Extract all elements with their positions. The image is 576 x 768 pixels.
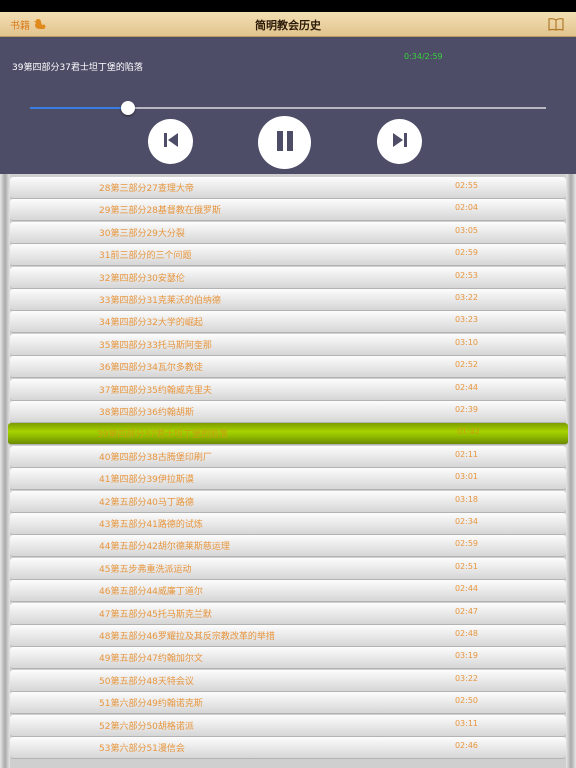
right-rail	[566, 174, 576, 768]
list-item[interactable]: 40第四部分38古腾堡印刷厂 02:11	[10, 445, 566, 468]
navigation-bar: 书籍 简明教会历史	[0, 12, 576, 37]
track-duration: 02:59	[454, 539, 478, 549]
track-title: 34第四部分32大学的崛起	[99, 318, 203, 329]
list-item[interactable]: 29第三部分28基督教在俄罗斯 02:04	[10, 199, 566, 222]
track-duration: 02:11	[454, 449, 478, 459]
track-duration: 03:10	[454, 337, 478, 347]
skip-next-icon	[390, 130, 410, 154]
next-track-button[interactable]	[377, 119, 422, 164]
track-title: 53第六部分51漫信会	[99, 744, 185, 754]
track-title: 50第五部分48天特会议	[99, 676, 194, 687]
list-item[interactable]: 32第四部分30安瑟伦 02:53	[10, 266, 566, 289]
track-duration: 03:22	[454, 293, 478, 302]
list-item[interactable]: 41第四部分39伊拉斯谟 03:01	[10, 468, 566, 491]
track-duration: 01:42	[456, 427, 480, 437]
list-item[interactable]: 44第五部分42胡尔德莱斯慈运理 02:59	[10, 535, 566, 558]
list-item[interactable]: 30第三部分29大分裂 03:05	[10, 221, 566, 244]
track-title: 37第四部分35约翰威克里夫	[99, 385, 212, 396]
progress-slider-knob[interactable]	[121, 101, 136, 115]
track-title: 28第三部分27查理大帝	[99, 184, 194, 194]
progress-track[interactable]	[30, 107, 546, 109]
book-icon	[548, 16, 564, 35]
page-title: 简明教会历史	[255, 19, 321, 32]
track-duration: 02:34	[454, 517, 478, 526]
track-title: 30第三部分29大分裂	[99, 228, 185, 239]
track-title: 29第三部分28基督教在俄罗斯	[99, 206, 221, 217]
track-title: 52第六部分50胡格诺派	[99, 721, 194, 732]
track-title: 48第五部分46罗耀拉及其反宗教改革的举措	[99, 632, 275, 642]
track-list[interactable]: 28第三部分27查理大帝 02:55 29第三部分28基督教在俄罗斯 02:04 30第…	[0, 174, 576, 768]
track-duration: 02:44	[454, 584, 478, 594]
list-item-active[interactable]: 39第四部分37君士坦丁堡的陷落 01:42	[8, 423, 568, 446]
track-duration: 03:19	[454, 651, 478, 661]
list-item[interactable]: 37第四部分35约翰威克里夫 02:44	[10, 378, 566, 401]
list-item[interactable]: 33第四部分31克莱沃的伯纳德 03:22	[10, 289, 566, 311]
track-title: 51第六部分49约翰诺克斯	[99, 699, 203, 710]
list-item[interactable]: 50第五部分48天特会议 03:22	[10, 669, 566, 692]
list-item[interactable]: 35第四部分33托马斯阿奎那 03:10	[10, 333, 566, 356]
status-bar	[0, 0, 576, 12]
list-item[interactable]: 47第五部分45托马斯克兰默 02:47	[10, 602, 566, 625]
track-duration: 02:39	[454, 405, 478, 414]
list-item[interactable]: 36第四部分34瓦尔多教徒 02:52	[10, 356, 566, 379]
track-duration: 02:50	[454, 696, 478, 706]
track-title: 46第五部分44威廉丁道尔	[99, 587, 203, 598]
track-title: 43第五部分41路德的试炼	[99, 520, 203, 530]
track-title: 44第五部分42胡尔德莱斯慈运理	[99, 542, 230, 553]
list-item[interactable]: 52第六部分50胡格诺派 03:11	[10, 714, 566, 737]
list-item[interactable]: 42第五部分40马丁路德 03:18	[10, 490, 566, 513]
track-title: 39第四部分37君士坦丁堡的陷落	[97, 430, 228, 441]
list-item[interactable]: 48第五部分46罗耀拉及其反宗教改革的举措 02:48	[10, 625, 566, 647]
track-title: 45第五步弗重洗派运动	[99, 564, 192, 575]
list-item[interactable]: 34第四部分32大学的崛起 03:23	[10, 311, 566, 334]
track-title: 33第四部分31克莱沃的伯纳德	[99, 296, 221, 306]
track-title: 41第四部分39伊拉斯谟	[99, 475, 194, 486]
track-duration: 02:48	[454, 629, 478, 638]
track-duration: 03:05	[454, 225, 478, 235]
previous-track-button[interactable]	[148, 119, 193, 164]
track-title: 47第五部分45托马斯克兰默	[99, 609, 212, 620]
track-duration: 02:47	[454, 606, 478, 616]
track-duration: 02:55	[454, 181, 478, 190]
track-title: 38第四部分36约翰胡斯	[99, 408, 194, 418]
track-duration: 02:51	[454, 561, 478, 571]
track-title: 36第四部分34瓦尔多教徒	[99, 363, 203, 374]
list-item[interactable]: 28第三部分27查理大帝 02:55	[10, 177, 566, 199]
now-playing-title: 39第四部分37君士坦丁堡的陷落	[12, 63, 143, 73]
track-title: 42第五部分40马丁路德	[99, 497, 194, 508]
track-duration: 02:53	[454, 270, 478, 280]
track-duration: 02:04	[454, 203, 478, 213]
progress-fill	[30, 107, 129, 109]
book-button[interactable]	[548, 16, 564, 35]
track-duration: 03:11	[454, 718, 478, 728]
track-duration: 02:59	[454, 248, 478, 258]
track-title: 32第四部分30安瑟伦	[99, 273, 185, 284]
list-item[interactable]: 53第六部分51漫信会 02:46	[10, 737, 566, 759]
track-title: 49第五部分47约翰加尔文	[99, 654, 203, 665]
track-duration: 03:23	[454, 315, 478, 325]
track-duration: 02:44	[454, 382, 478, 392]
left-rail	[0, 174, 10, 768]
list-item[interactable]: 38第四部分36约翰胡斯 02:39	[10, 401, 566, 423]
list-item[interactable]: 43第五部分41路德的试炼 02:34	[10, 513, 566, 535]
track-duration: 03:01	[454, 472, 478, 482]
list-item[interactable]: 45第五步弗重洗派运动 02:51	[10, 557, 566, 580]
track-duration: 03:22	[454, 673, 478, 683]
pause-button[interactable]	[258, 116, 311, 169]
track-duration: 02:52	[454, 360, 478, 370]
track-title: 35第四部分33托马斯阿奎那	[99, 340, 212, 351]
skip-previous-icon	[161, 130, 181, 154]
track-title: 40第四部分38古腾堡印刷厂	[99, 452, 212, 463]
player-panel: 39第四部分37君士坦丁堡的陷落 0:34/2:59	[0, 37, 576, 174]
track-duration: 02:46	[454, 741, 478, 750]
time-readout: 0:34/2:59	[404, 52, 443, 61]
list-item[interactable]: 31前三部分的三个问题 02:59	[10, 244, 566, 267]
list-item[interactable]: 49第五部分47约翰加尔文 03:19	[10, 647, 566, 670]
list-item[interactable]: 51第六部分49约翰诺克斯 02:50	[10, 692, 566, 715]
pause-icon	[272, 128, 298, 158]
track-title: 31前三部分的三个问题	[99, 251, 192, 262]
list-item[interactable]: 46第五部分44威廉丁道尔 02:44	[10, 580, 566, 603]
track-duration: 03:18	[454, 494, 478, 504]
